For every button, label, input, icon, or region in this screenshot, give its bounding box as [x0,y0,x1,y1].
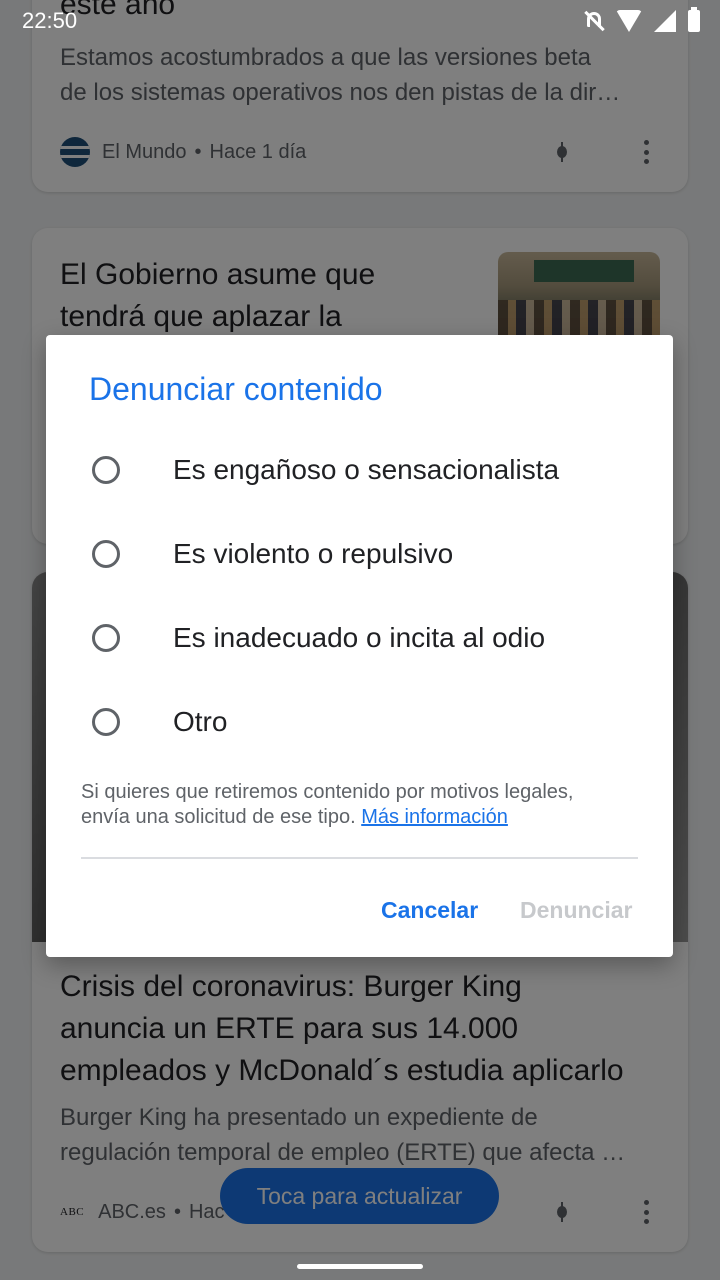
report-option-other[interactable]: Otro [90,690,650,754]
radio-button[interactable] [92,708,120,736]
report-option-violent[interactable]: Es violento o repulsivo [90,522,650,586]
report-option-hateful[interactable]: Es inadecuado o incita al odio [90,606,650,670]
dialog-title: Denunciar contenido [89,371,383,407]
wifi-icon [616,10,642,32]
notifications-off-icon [584,10,604,32]
radio-button[interactable] [92,540,120,568]
report-option-misleading[interactable]: Es engañoso o sensacionalista [90,438,650,502]
cancel-button[interactable]: Cancelar [381,890,478,930]
radio-button[interactable] [92,624,120,652]
legal-text-line2: envía una solicitud de ese tipo. [81,806,356,828]
status-bar: 22:50 [0,0,720,44]
signal-icon [654,10,676,32]
more-info-link[interactable]: Más información [361,806,508,828]
report-content-dialog: Denunciar contenido Es engañoso o sensac… [46,335,673,957]
battery-icon [688,7,700,32]
status-time: 22:50 [22,8,78,33]
report-button[interactable]: Denunciar [520,890,632,930]
option-label: Es engañoso o sensacionalista [173,454,560,485]
legal-text-line1: Si quieres que retiremos contenido por m… [81,781,574,803]
radio-button[interactable] [92,456,120,484]
gesture-nav-bar[interactable] [297,1264,423,1269]
dialog-divider [81,857,638,859]
option-label: Otro [173,706,228,737]
option-label: Es violento o repulsivo [173,538,454,569]
legal-notice: Si quieres que retiremos contenido por m… [81,780,641,830]
status-icons [584,7,700,32]
option-label: Es inadecuado o incita al odio [173,622,546,653]
